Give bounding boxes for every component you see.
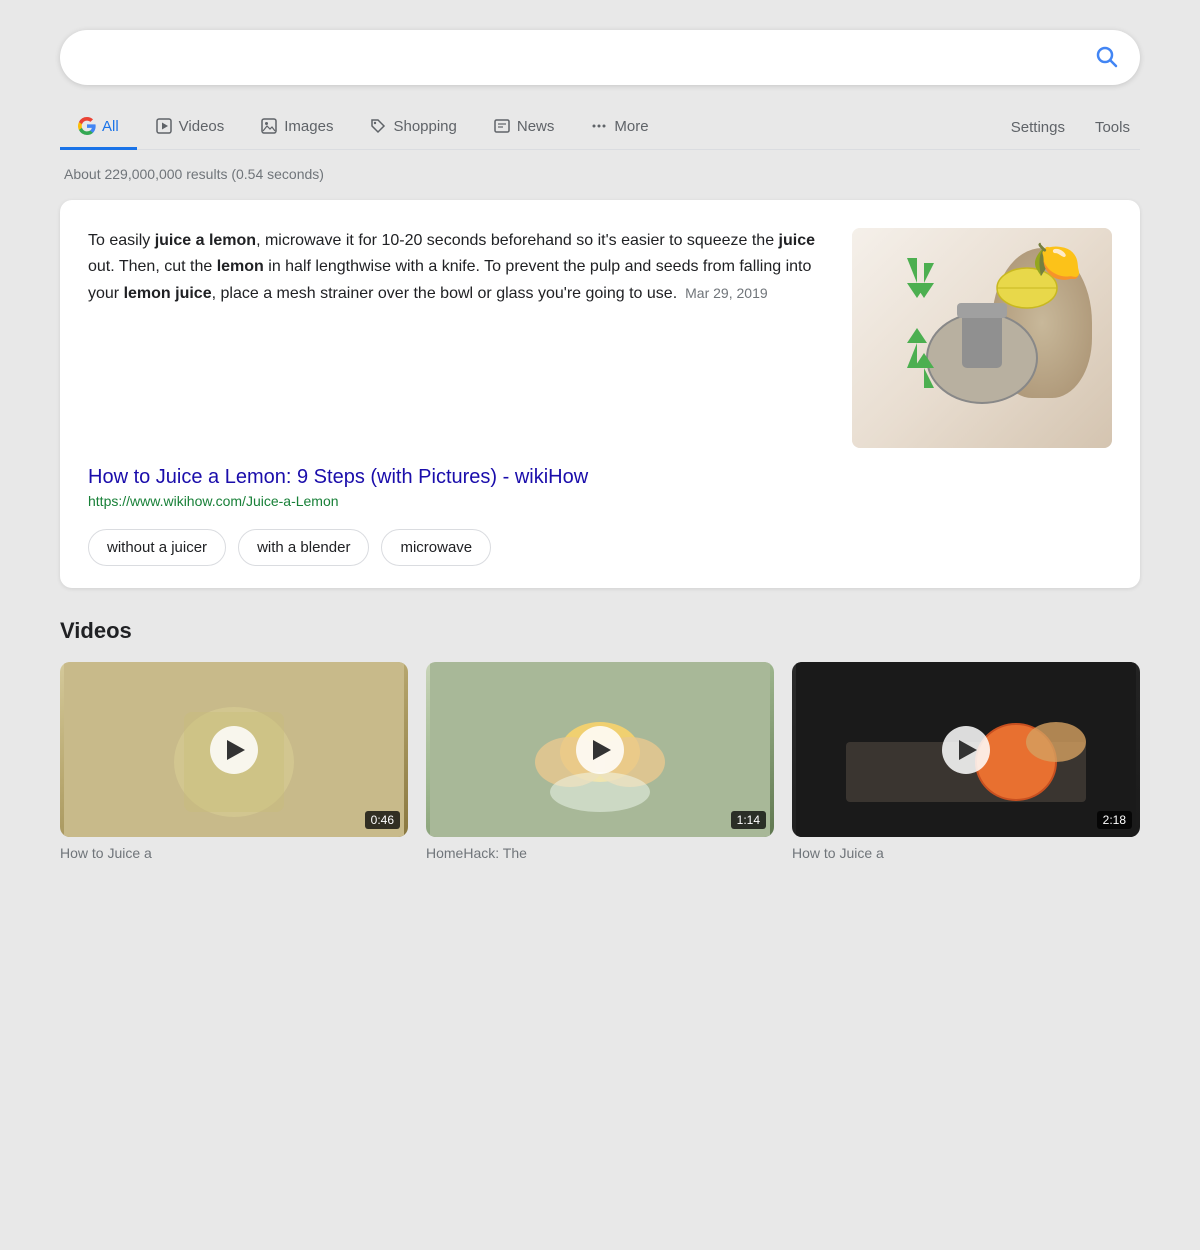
video-title-3: How to Juice a bbox=[792, 845, 1140, 861]
featured-snippet-card: To easily juice a lemon, microwave it fo… bbox=[60, 200, 1140, 588]
search-input[interactable]: how to juice a lemon bbox=[82, 46, 1094, 69]
featured-text: To easily juice a lemon, microwave it fo… bbox=[88, 228, 832, 448]
video-duration-2: 1:14 bbox=[731, 811, 766, 829]
tab-shopping-label: Shopping bbox=[393, 118, 456, 135]
tab-more[interactable]: More bbox=[572, 105, 666, 150]
page-wrapper: how to juice a lemon All bbox=[0, 0, 1200, 891]
videos-section-title: Videos bbox=[60, 618, 1140, 644]
tab-videos[interactable]: Videos bbox=[137, 105, 243, 150]
source-link-container: How to Juice a Lemon: 9 Steps (with Pict… bbox=[88, 466, 1112, 509]
play-button-3[interactable] bbox=[942, 726, 990, 774]
video-thumb-1: 0:46 bbox=[60, 662, 408, 837]
dots-icon bbox=[590, 117, 608, 135]
featured-text-5: , place a mesh strainer over the bowl or… bbox=[212, 285, 678, 302]
google-icon bbox=[78, 117, 96, 135]
featured-text-3: out. Then, cut the bbox=[88, 258, 217, 275]
play-icon bbox=[155, 117, 173, 135]
tab-all-label: All bbox=[102, 118, 119, 135]
chip-without-juicer[interactable]: without a juicer bbox=[88, 529, 226, 566]
source-url: https://www.wikihow.com/Juice-a-Lemon bbox=[88, 493, 1112, 509]
video-card-2[interactable]: 1:14 HomeHack: The bbox=[426, 662, 774, 861]
tab-all[interactable]: All bbox=[60, 105, 137, 150]
featured-text-2: , microwave it for 10-20 seconds beforeh… bbox=[256, 232, 778, 249]
tab-shopping[interactable]: Shopping bbox=[351, 105, 474, 150]
tab-news[interactable]: News bbox=[475, 105, 573, 150]
videos-section: Videos 0:46 How to Juice a bbox=[60, 618, 1140, 861]
search-button[interactable] bbox=[1094, 44, 1118, 71]
bold-juice: juice bbox=[779, 232, 815, 249]
tab-images-label: Images bbox=[284, 118, 333, 135]
video-thumb-2: 1:14 bbox=[426, 662, 774, 837]
news-icon bbox=[493, 117, 511, 135]
source-title-link[interactable]: How to Juice a Lemon: 9 Steps (with Pict… bbox=[88, 466, 588, 488]
bold-lemon-juice: lemon juice bbox=[124, 285, 212, 302]
search-bar: how to juice a lemon bbox=[60, 30, 1140, 85]
featured-text-intro: To easily bbox=[88, 232, 155, 249]
tab-more-label: More bbox=[614, 118, 648, 135]
bold-juice-lemon: juice a lemon bbox=[155, 232, 256, 249]
results-count: About 229,000,000 results (0.54 seconds) bbox=[60, 166, 1140, 182]
featured-date: Mar 29, 2019 bbox=[685, 285, 768, 301]
related-chips: without a juicer with a blender microwav… bbox=[88, 529, 1112, 566]
play-button-1[interactable] bbox=[210, 726, 258, 774]
tag-icon bbox=[369, 117, 387, 135]
video-duration-3: 2:18 bbox=[1097, 811, 1132, 829]
nav-tabs: All Videos Images bbox=[60, 105, 1140, 150]
featured-image bbox=[852, 228, 1112, 448]
video-grid: 0:46 How to Juice a bbox=[60, 662, 1140, 861]
chip-with-blender[interactable]: with a blender bbox=[238, 529, 369, 566]
bold-lemon: lemon bbox=[217, 258, 264, 275]
chip-microwave[interactable]: microwave bbox=[381, 529, 491, 566]
tab-videos-label: Videos bbox=[179, 118, 225, 135]
video-thumb-3: 2:18 bbox=[792, 662, 1140, 837]
tab-images[interactable]: Images bbox=[242, 105, 351, 150]
play-button-2[interactable] bbox=[576, 726, 624, 774]
video-title-2: HomeHack: The bbox=[426, 845, 774, 861]
image-icon bbox=[260, 117, 278, 135]
video-title-1: How to Juice a bbox=[60, 845, 408, 861]
juicer-visual bbox=[852, 228, 1112, 448]
search-icon bbox=[1094, 44, 1118, 68]
featured-content: To easily juice a lemon, microwave it fo… bbox=[88, 228, 1112, 448]
nav-settings: Settings Tools bbox=[1001, 107, 1140, 148]
video-card-3[interactable]: 2:18 How to Juice a bbox=[792, 662, 1140, 861]
tab-news-label: News bbox=[517, 118, 555, 135]
video-duration-1: 0:46 bbox=[365, 811, 400, 829]
tools-link[interactable]: Tools bbox=[1085, 107, 1140, 148]
image-placeholder bbox=[852, 228, 1112, 448]
settings-link[interactable]: Settings bbox=[1001, 107, 1075, 148]
video-card-1[interactable]: 0:46 How to Juice a bbox=[60, 662, 408, 861]
